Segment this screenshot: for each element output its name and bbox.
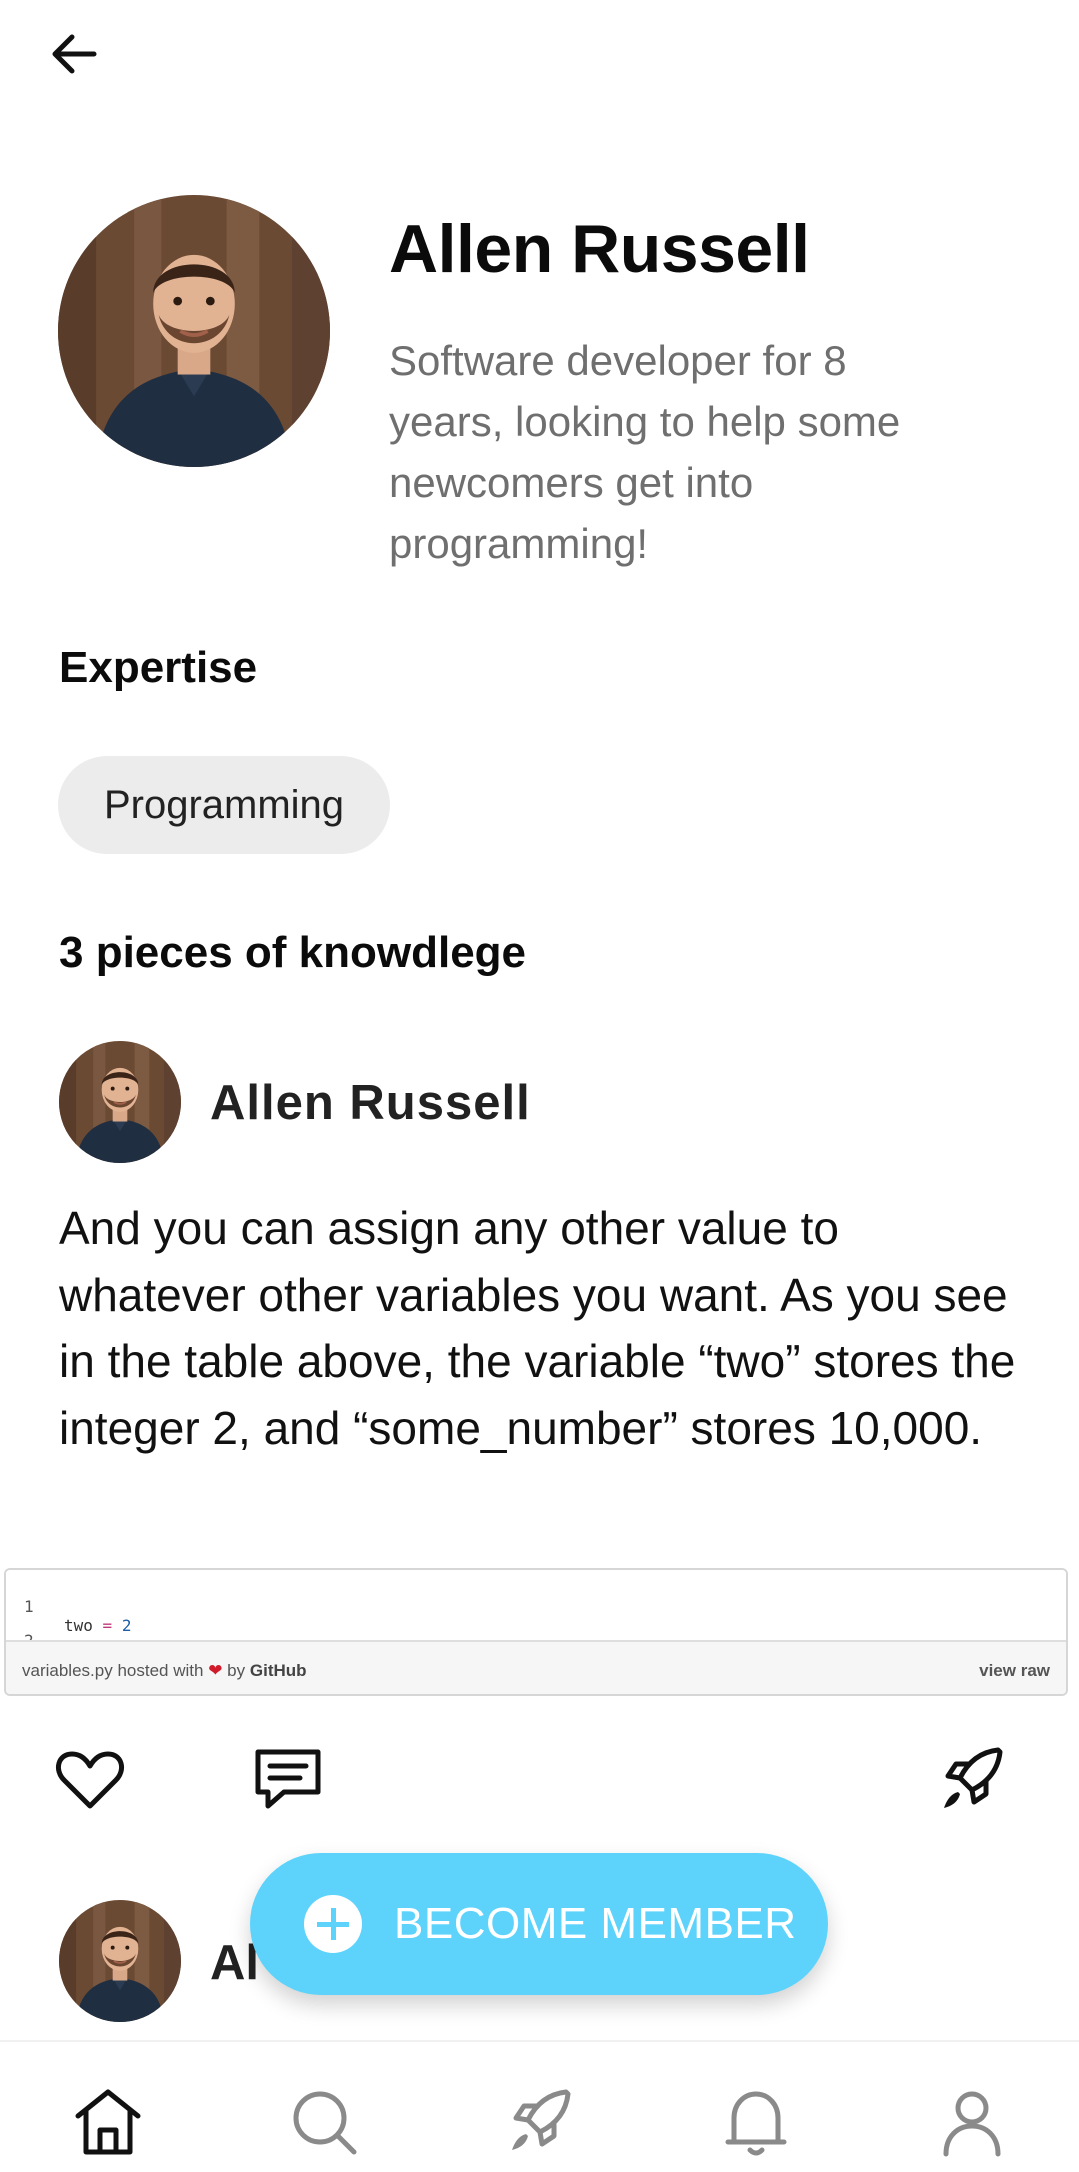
post-author-avatar[interactable] (59, 1041, 181, 1163)
heart-icon: ❤ (208, 1661, 223, 1680)
rocket-icon (512, 2089, 571, 2150)
become-member-label: BECOME MEMBER (394, 1899, 797, 1948)
nav-profile[interactable] (932, 2082, 1012, 2162)
become-member-button[interactable]: BECOME MEMBER (250, 1853, 828, 1995)
search-icon (293, 2091, 357, 2155)
github-link[interactable]: GitHub (250, 1661, 307, 1680)
post-body: And you can assign any other value to wh… (59, 1202, 1016, 1454)
home-icon (75, 2089, 141, 2155)
comment-icon (255, 1749, 321, 1809)
arrow-left-icon (52, 34, 97, 74)
rocket-icon (944, 1747, 1003, 1808)
profile-avatar (58, 195, 330, 467)
profile-name: Allen Russell (389, 211, 810, 287)
code-line: 2 some_number = 10000 (6, 1612, 247, 1669)
profile-bio: Software developer for 8 years, looking … (389, 337, 901, 567)
back-button[interactable] (44, 22, 108, 86)
post-author-name[interactable]: Al (210, 1935, 259, 1991)
gist-file-link[interactable]: variables.py (22, 1661, 113, 1680)
knowledge-count-heading: 3 pieces of knowdlege (59, 928, 527, 977)
post-author-avatar[interactable] (59, 1900, 181, 2022)
comment-button[interactable] (248, 1740, 328, 1820)
profile-icon (943, 2091, 1001, 2157)
heart-icon (55, 1751, 125, 1809)
nav-search[interactable] (284, 2082, 364, 2162)
boost-button[interactable] (932, 1740, 1012, 1820)
like-button[interactable] (50, 1740, 130, 1820)
nav-home[interactable] (68, 2082, 148, 2162)
bell-icon (725, 2091, 787, 2156)
bottom-navigation (0, 2040, 1079, 2172)
view-raw-link[interactable]: view raw (979, 1661, 1050, 1681)
gist-footer: variables.py hosted with ❤ by GitHub vie… (6, 1640, 1066, 1694)
code-line: 1 two = 2 (24, 1597, 132, 1635)
expertise-heading: Expertise (59, 643, 258, 692)
nav-notifications[interactable] (716, 2082, 796, 2162)
code-gist-embed: 1 two = 2 2 some_number = 10000 variable… (4, 1568, 1068, 1696)
expertise-tag-programming[interactable]: Programming (58, 756, 390, 854)
plus-icon (304, 1895, 362, 1953)
nav-boosts[interactable] (500, 2082, 580, 2162)
post-author-name[interactable]: Allen Russell (210, 1075, 531, 1131)
gist-code-area: 1 two = 2 2 some_number = 10000 (6, 1570, 1066, 1669)
